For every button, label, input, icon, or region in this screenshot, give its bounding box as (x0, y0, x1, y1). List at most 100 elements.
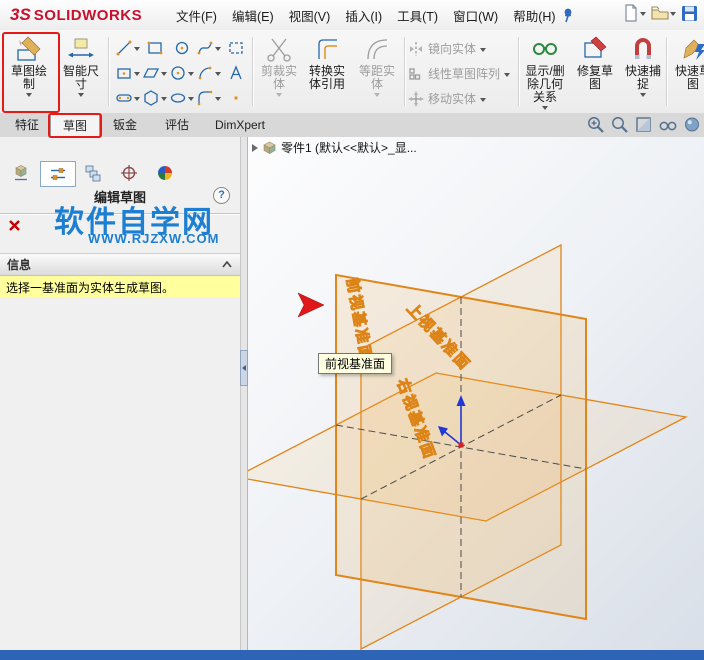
line-tool-button[interactable] (114, 36, 141, 60)
save-button[interactable] (681, 5, 698, 22)
menu-tools[interactable]: 工具(T) (397, 6, 438, 25)
convert-entities-button[interactable]: 转换实体引用 (304, 33, 350, 111)
dropdown-arrow-icon (215, 72, 221, 76)
menu-help[interactable]: 帮助(H) (513, 6, 555, 25)
dropdown-arrow-icon (480, 97, 487, 102)
slot-tool-button[interactable] (114, 86, 141, 110)
graphics-viewport[interactable]: 零件1 (默认<<默认>_显... 前视基准面 上视基准面 右视基准面 前视基准… (248, 137, 704, 650)
trim-entities-button[interactable]: 剪裁实体 (256, 33, 302, 111)
text-tool-button[interactable] (222, 61, 249, 85)
rapid-sketch-icon (683, 39, 704, 60)
new-document-button[interactable] (623, 4, 646, 22)
polygon-tool-button[interactable] (141, 86, 168, 110)
instruction-message: 选择一基准面为实体生成草图。 (0, 276, 240, 297)
repair-sketch-button[interactable]: 修复草图 (572, 33, 618, 111)
appearance-sphere-icon[interactable] (683, 115, 702, 134)
move-entities-button[interactable]: 移动实体 (408, 86, 516, 111)
titlebar-quick-icons (623, 4, 698, 22)
point-tool-button[interactable] (222, 86, 249, 110)
tab-sheet-metal[interactable]: 钣金 (100, 114, 150, 136)
relations-glasses-icon (533, 43, 557, 55)
zoom-area-icon[interactable] (610, 115, 629, 134)
color-wheel-icon (158, 166, 172, 180)
magnet-icon (635, 38, 651, 59)
status-bar (0, 650, 704, 660)
help-icon[interactable]: ? (213, 187, 230, 204)
pin-menu-icon[interactable] (560, 7, 574, 23)
construction-rectangle-tool-button[interactable] (222, 36, 249, 60)
menu-view[interactable]: 视图(V) (289, 6, 331, 25)
dropdown-arrow-icon (188, 97, 194, 101)
panel-collapse-button[interactable] (240, 350, 248, 386)
menu-edit[interactable]: 编辑(E) (232, 6, 274, 25)
mirror-entities-icon (410, 41, 422, 56)
dropdown-arrow-icon (78, 93, 84, 97)
flyout-feature-tree: 零件1 (默认<<默认>_显... (252, 139, 417, 156)
view-orientation-glasses-icon[interactable] (658, 115, 678, 134)
sketch-fillet-tool-button[interactable] (195, 86, 222, 110)
dassault-3s-logo-icon: 3S (10, 5, 31, 24)
ellipse-tool-button[interactable] (168, 86, 195, 110)
spline-tool-button[interactable] (195, 36, 222, 60)
rectangle-tool-button[interactable] (114, 61, 141, 85)
dropdown-arrow-icon (640, 12, 646, 16)
configuration-manager-tab[interactable] (76, 161, 110, 185)
perimeter-circle-tool-button[interactable] (168, 36, 195, 60)
plane-tooltip: 前视基准面 (318, 353, 393, 374)
manager-tab-strip (0, 160, 240, 187)
crosshair-icon (121, 165, 137, 181)
separator (666, 37, 667, 106)
panel-splitter[interactable] (240, 137, 248, 650)
command-manager-tabs: 特征 草图 钣金 评估 DimXpert (0, 113, 704, 138)
arc-tool-button[interactable] (195, 61, 222, 85)
offset-entities-button[interactable]: 等距实体 (354, 33, 400, 111)
tab-dimxpert[interactable]: DimXpert (204, 114, 276, 136)
tab-sketch[interactable]: 草图 (50, 114, 100, 137)
solidworks-logo: 3S SOLIDWORKS (6, 4, 146, 26)
display-manager-tab[interactable] (148, 161, 182, 185)
flyout-expand-icon[interactable] (252, 143, 258, 152)
separator (404, 37, 405, 106)
open-document-button[interactable] (651, 4, 676, 22)
convert-entities-icon (318, 39, 337, 59)
sketch-button[interactable]: 草图绘制 (6, 33, 52, 111)
menu-insert[interactable]: 插入(I) (345, 6, 382, 25)
dimxpert-manager-tab[interactable] (112, 161, 146, 185)
parallelogram-tool-button[interactable] (141, 61, 168, 85)
menu-file[interactable]: 文件(F) (176, 6, 217, 25)
separator (252, 37, 253, 106)
smart-dimension-button[interactable]: 智能尺寸 (58, 33, 104, 111)
red-cursor-arrow (297, 292, 325, 318)
dropdown-arrow-icon (215, 97, 221, 101)
offset-entities-icon (367, 39, 388, 60)
repair-sketch-icon (584, 36, 607, 58)
tab-features[interactable]: 特征 (4, 114, 50, 136)
dropdown-arrow-icon (542, 106, 548, 110)
dropdown-arrow-icon (134, 97, 140, 101)
close-icon[interactable] (8, 219, 21, 232)
separator (518, 37, 519, 106)
dropdown-arrow-icon (134, 72, 140, 76)
zoom-in-icon[interactable] (586, 115, 605, 134)
property-manager-tab[interactable] (40, 161, 76, 187)
mirror-entities-button[interactable]: 镜向实体 (408, 36, 516, 61)
tree-item-part[interactable]: 零件1 (默认<<默认>_显... (281, 139, 417, 156)
property-sliders-icon (51, 168, 65, 180)
linear-sketch-pattern-button[interactable]: 线性草图阵列 (408, 61, 516, 86)
feature-manager-tab[interactable] (4, 161, 38, 185)
tab-evaluate[interactable]: 评估 (152, 114, 202, 136)
display-delete-relations-button[interactable]: 显示/删除几何关系 (522, 33, 568, 111)
section-view-icon[interactable] (634, 115, 653, 134)
info-section-header[interactable]: 信息 (0, 253, 240, 276)
rapid-sketch-button[interactable]: 快速草图 (670, 33, 704, 111)
corner-rectangle-tool-button[interactable] (141, 36, 168, 60)
quick-snaps-button[interactable]: 快速捕捉 (620, 33, 666, 111)
collapse-chevron-icon (222, 261, 232, 268)
circle-tool-button[interactable] (168, 61, 195, 85)
view-tools (586, 115, 702, 134)
menu-window[interactable]: 窗口(W) (453, 6, 498, 25)
dropdown-arrow-icon (134, 47, 140, 51)
separator (108, 37, 109, 106)
configuration-icon (85, 165, 101, 182)
dropdown-arrow-icon (188, 72, 194, 76)
